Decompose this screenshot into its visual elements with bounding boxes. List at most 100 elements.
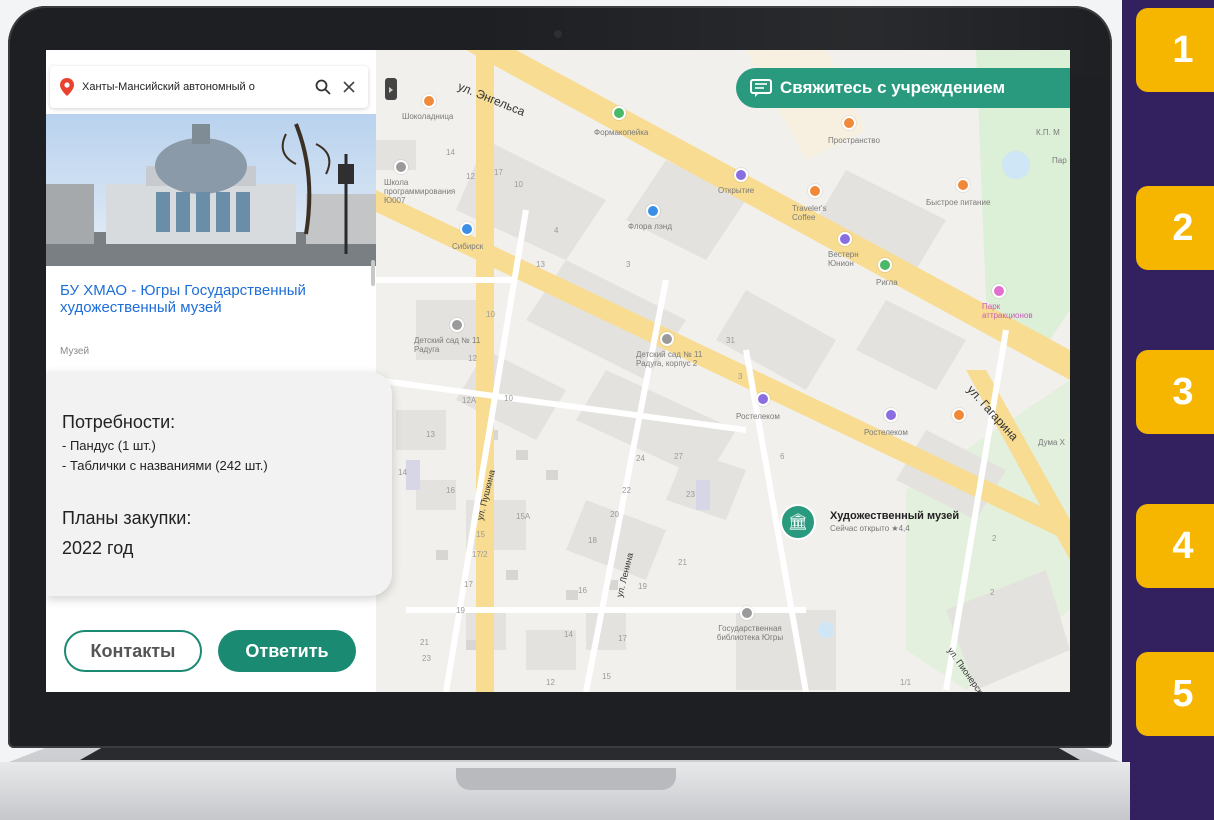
- organization-type: Музей: [60, 346, 90, 357]
- close-icon[interactable]: [340, 78, 358, 96]
- camera-icon: [554, 30, 562, 38]
- poi-rigla[interactable]: Ригла: [876, 278, 898, 287]
- poi-duma: Дума Х: [1038, 438, 1066, 447]
- museum-title[interactable]: Художественный музей: [830, 510, 959, 522]
- location-pin-icon: [60, 78, 74, 96]
- flora-icon[interactable]: [646, 204, 660, 218]
- side-tab-5[interactable]: 5: [1136, 652, 1214, 736]
- western-union-icon[interactable]: [838, 232, 852, 246]
- poi-detsad2[interactable]: Детский сад № 11 Радуга, корпус 2: [636, 350, 708, 368]
- chat-icon: [750, 79, 772, 97]
- poi-detsad1[interactable]: Детский сад № 11 Радуга: [414, 336, 484, 354]
- museum-pin-icon[interactable]: 🏛: [780, 504, 816, 540]
- side-tab-1[interactable]: 1: [1136, 8, 1214, 92]
- building-number: 3: [626, 260, 631, 269]
- school-icon[interactable]: [394, 160, 408, 174]
- park-icon[interactable]: [992, 284, 1006, 298]
- stage: 1 2 3 4 5 ул. Энгельса ул. Гагарина ул. …: [0, 0, 1214, 820]
- needs-title: Потребности:: [62, 412, 176, 432]
- laptop-notch: [456, 768, 676, 790]
- poi-shokoladnitsa[interactable]: Шоколадница: [402, 112, 453, 121]
- screen: ул. Энгельса ул. Гагарина ул. Пушкина ул…: [46, 50, 1070, 692]
- shokoladnitsa-icon[interactable]: [422, 94, 436, 108]
- building-number: 2: [992, 534, 997, 543]
- pharmacy-icon[interactable]: [612, 106, 626, 120]
- organization-name-link[interactable]: БУ ХМАО - Югры Государственный художеств…: [60, 282, 310, 316]
- building-number: 10: [514, 180, 523, 189]
- reply-button[interactable]: Ответить: [218, 630, 356, 672]
- building-number: 16: [578, 586, 587, 595]
- building-number: 15: [602, 672, 611, 681]
- building-number: 23: [422, 654, 431, 663]
- poi-formakopeika[interactable]: Формакопейка: [594, 128, 648, 137]
- side-tab-4[interactable]: 4: [1136, 504, 1214, 588]
- rostelecom-icon[interactable]: [756, 392, 770, 406]
- search-icon[interactable]: [314, 78, 332, 96]
- building-number: 12: [468, 354, 477, 363]
- poi-park[interactable]: Парк аттракционов: [982, 302, 1042, 320]
- poi-travelers[interactable]: Traveler's Coffee: [792, 204, 840, 222]
- museum-photo[interactable]: [46, 114, 376, 266]
- poi-par: Пар: [1052, 156, 1067, 165]
- poi-bystroe[interactable]: Быстрое питание: [926, 198, 990, 207]
- building-number: 13: [536, 260, 545, 269]
- building-number: 2: [990, 588, 995, 597]
- needs-item: - Таблички с названиями (242 шт.): [62, 458, 268, 473]
- building-number: 12: [466, 172, 475, 181]
- building-number: 4: [554, 226, 559, 235]
- contacts-button[interactable]: Контакты: [64, 630, 202, 672]
- museum-subtitle: Сейчас открыто ★4,4: [830, 524, 910, 533]
- building-number: 18: [588, 536, 597, 545]
- building-number: 14: [446, 148, 455, 157]
- kindergarten-icon[interactable]: [450, 318, 464, 332]
- building-number: 12А: [462, 396, 477, 405]
- building-number: 17: [464, 580, 473, 589]
- plans-value: 2022 год: [62, 538, 134, 558]
- building-number: 14: [398, 468, 407, 477]
- poi-shkola[interactable]: Школа программирования Ю007: [384, 178, 455, 205]
- library-icon[interactable]: [740, 606, 754, 620]
- contact-institution-label: Свяжитесь с учреждением: [780, 78, 1006, 97]
- building-number: 24: [636, 454, 645, 463]
- poi-rostelecom1[interactable]: Ростелеком: [736, 412, 780, 421]
- bank-icon[interactable]: [734, 168, 748, 182]
- building-number: 20: [610, 510, 619, 519]
- coffee-icon[interactable]: [808, 184, 822, 198]
- building-number: 15А: [516, 512, 531, 521]
- building-number: 6: [780, 452, 785, 461]
- building-number: 31: [726, 336, 735, 345]
- building-number: 14: [564, 630, 573, 639]
- poi-prostranstvo[interactable]: Пространство: [828, 136, 880, 145]
- poi-sibirsk[interactable]: Сибирск: [452, 242, 483, 251]
- cafe-icon[interactable]: [842, 116, 856, 130]
- poi-rostelecom2[interactable]: Ростелеком: [864, 428, 908, 437]
- food-icon[interactable]: [956, 178, 970, 192]
- building-number: 21: [678, 558, 687, 567]
- plans-title: Планы закупки:: [62, 508, 192, 528]
- food-2-icon[interactable]: [952, 408, 966, 422]
- poi-km: К.П. М: [1036, 128, 1060, 137]
- kindergarten-2-icon[interactable]: [660, 332, 674, 346]
- panel-toggle-button[interactable]: [385, 78, 397, 100]
- poi-flora[interactable]: Флора лэнд: [628, 222, 672, 231]
- building-number: 10: [486, 310, 495, 319]
- poi-library[interactable]: Государственная библиотека Югры: [708, 624, 792, 642]
- search-bar[interactable]: Ханты-Мансийский автономный о: [50, 66, 368, 108]
- building-number: 12: [546, 678, 555, 687]
- panel-scrollbar[interactable]: [371, 260, 375, 286]
- side-tab-3[interactable]: 3: [1136, 350, 1214, 434]
- building-number: 13: [426, 430, 435, 439]
- search-input[interactable]: Ханты-Мансийский автономный о: [82, 81, 306, 93]
- sibirsk-icon[interactable]: [460, 222, 474, 236]
- contact-institution-button[interactable]: Свяжитесь с учреждением: [736, 68, 1070, 108]
- rostelecom-2-icon[interactable]: [884, 408, 898, 422]
- poi-vestern[interactable]: Вестерн Юнион: [828, 250, 872, 268]
- building-number: 10: [504, 394, 513, 403]
- building-number: 17/2: [472, 550, 488, 559]
- side-tab-2[interactable]: 2: [1136, 186, 1214, 270]
- building-number: 16: [446, 486, 455, 495]
- poi-otkrytie[interactable]: Открытие: [718, 186, 754, 195]
- building-number: 21: [420, 638, 429, 647]
- rigla-icon[interactable]: [878, 258, 892, 272]
- building-number: 19: [638, 582, 647, 591]
